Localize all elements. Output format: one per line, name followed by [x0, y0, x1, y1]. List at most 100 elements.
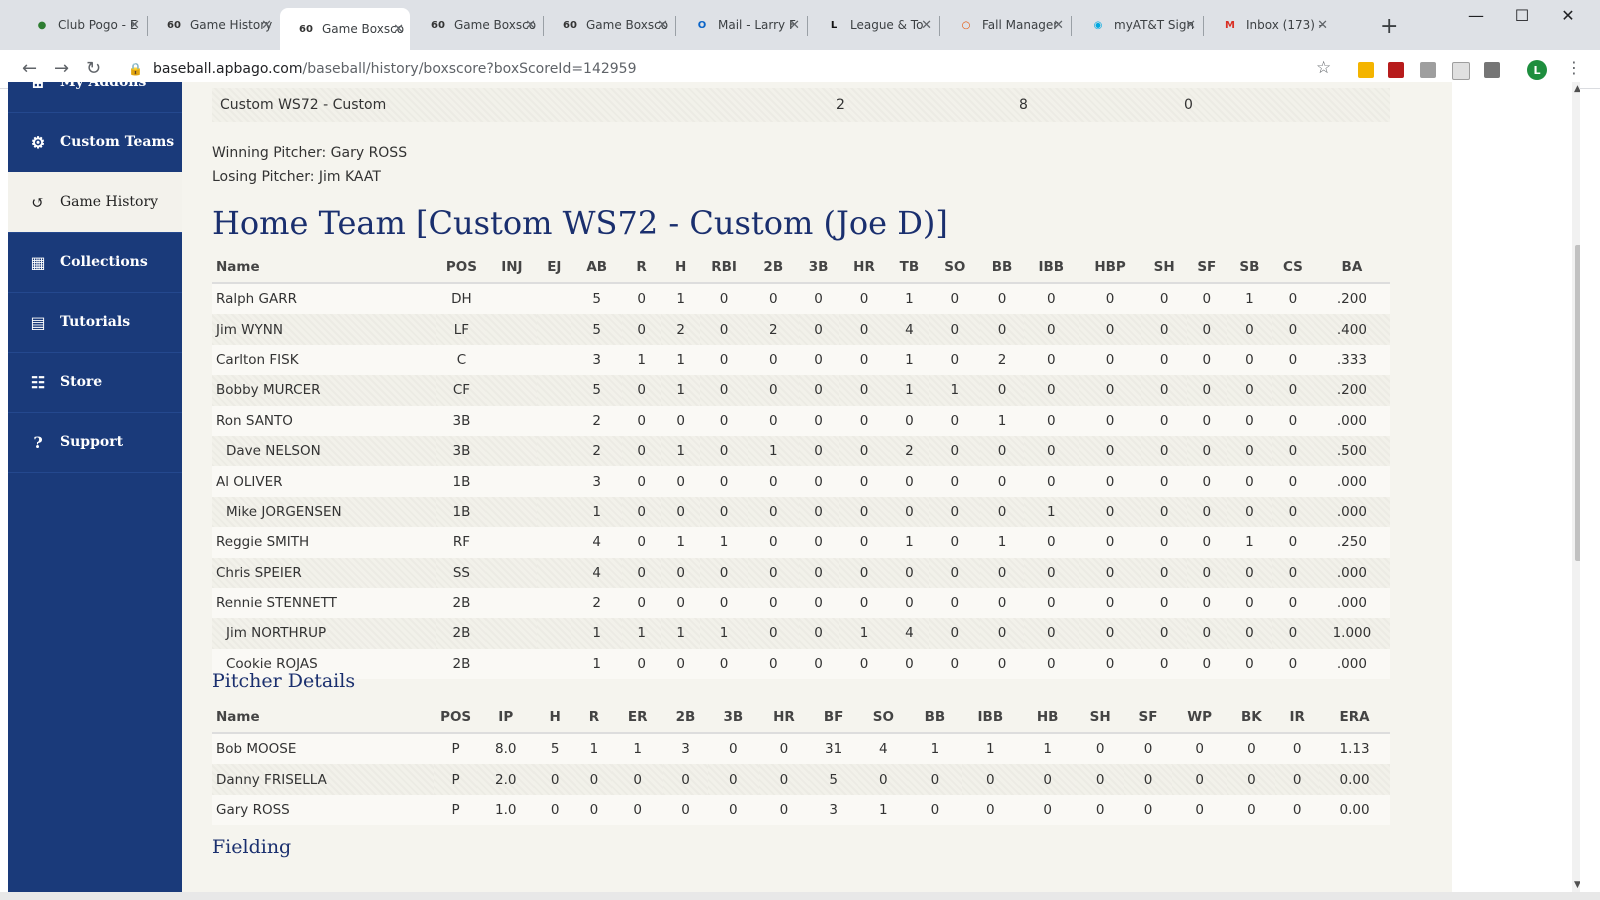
address-bar[interactable]: 🔒 baseball.apbago.com/baseball/history/b…	[118, 55, 1336, 83]
profile-avatar[interactable]: L	[1527, 60, 1547, 80]
sidebar-item-label: Game History	[60, 194, 159, 210]
stat-cell: 0	[980, 618, 1024, 649]
tab-close-icon[interactable]: ✕	[1053, 18, 1064, 33]
stat-cell: 0	[929, 344, 981, 376]
player-name: Rennie STENNETT	[212, 587, 437, 619]
tab[interactable]: ● Club Pogo - E ✕	[16, 8, 146, 42]
sidebar-item-tutorials[interactable]: ▤ Tutorials	[8, 292, 182, 353]
tab-close-icon[interactable]: ✕	[393, 22, 404, 37]
stat-cell: 8.0	[477, 733, 535, 765]
stat-cell	[486, 344, 538, 376]
sidebar-item-custom-teams[interactable]: ⚙ Custom Teams	[8, 112, 182, 173]
stat-cell: 0	[611, 794, 664, 826]
tab-close-icon[interactable]: ✕	[1317, 18, 1328, 33]
tab[interactable]: 60 Game History ✕	[148, 8, 278, 42]
bookmark-star-icon[interactable]: ☆	[1316, 58, 1331, 78]
scrollbar-thumb[interactable]	[1575, 245, 1580, 561]
extension-icon[interactable]	[1358, 62, 1374, 78]
stat-cell: 0	[700, 344, 748, 376]
stat-cell: 0	[980, 435, 1024, 467]
stat-cell: 0	[980, 557, 1024, 588]
tab-close-icon[interactable]: ✕	[525, 18, 536, 33]
stat-cell: 0	[1226, 344, 1273, 376]
column-header: SF	[1124, 702, 1172, 734]
stat-cell: 0	[1019, 794, 1077, 826]
scroll-up-icon[interactable]: ▲	[1574, 84, 1580, 94]
stat-cell: 0	[575, 794, 612, 826]
stat-cell: 0	[661, 557, 701, 588]
tab-close-icon[interactable]: ✕	[261, 18, 272, 33]
stat-cell: 4	[858, 733, 909, 765]
column-header: INJ	[486, 252, 538, 284]
tab[interactable]: 60 Game Boxsco ✕	[544, 8, 674, 42]
maximize-button[interactable]: ☐	[1502, 6, 1542, 25]
back-icon[interactable]: ←	[22, 58, 37, 79]
stat-cell: 0	[1141, 527, 1187, 558]
stat-cell: 0	[1141, 283, 1187, 315]
new-tab-button[interactable]: +	[1380, 14, 1398, 39]
stat-cell: 0	[798, 618, 839, 649]
pdf-extension-icon[interactable]	[1388, 62, 1404, 78]
tab-close-icon[interactable]: ✕	[1185, 18, 1196, 33]
stat-cell: 2	[571, 435, 623, 467]
tab-close-icon[interactable]: ✕	[789, 18, 800, 33]
tab-close-icon[interactable]: ✕	[921, 18, 932, 33]
tab[interactable]: ◉ myAT&T Sign ✕	[1072, 8, 1202, 42]
stat-cell: 1	[1019, 733, 1077, 765]
stat-cell: 0	[980, 648, 1024, 680]
stat-cell: 3	[808, 794, 859, 826]
close-window-button[interactable]: ✕	[1548, 6, 1588, 25]
stat-cell: 0	[622, 527, 662, 558]
stat-cell: 1	[1023, 496, 1079, 528]
column-header: ERA	[1319, 702, 1390, 734]
minimize-button[interactable]: —	[1456, 6, 1496, 25]
stat-cell: 1	[571, 496, 623, 528]
reload-icon[interactable]: ↻	[86, 58, 101, 79]
menu-icon[interactable]: ⋮	[1566, 58, 1582, 77]
tab[interactable]: L League & To ✕	[808, 8, 938, 42]
sidebar-item-game-history[interactable]: ↺ Game History	[8, 172, 182, 233]
stat-cell: 0	[1023, 283, 1079, 315]
stat-cell: 0	[838, 466, 890, 497]
stat-cell: 0	[929, 466, 981, 497]
table-row: Rennie STENNETT 2B 2 0 0 0 0 0 0 0 0 0 0 0 0 0 0 0.000	[212, 587, 1390, 619]
extension-icon[interactable]	[1420, 62, 1436, 78]
sidebar-item-store[interactable]: ☷ Store	[8, 352, 182, 413]
stat-cell: 0	[1076, 764, 1125, 795]
tab[interactable]: M Inbox (173) - ✕	[1204, 8, 1334, 42]
stat-cell: 0	[1171, 733, 1228, 765]
sidebar-item-collections[interactable]: ▦ Collections	[8, 232, 182, 293]
tab[interactable]: 60 Game Boxsco ✕	[280, 8, 410, 50]
tab[interactable]: ○ Fall Manager ✕	[940, 8, 1070, 42]
tab-close-icon[interactable]: ✕	[129, 18, 140, 33]
stat-cell: 3	[663, 733, 708, 765]
forward-icon[interactable]: →	[54, 58, 69, 79]
stat-cell: 0	[663, 794, 708, 826]
column-header: ER	[611, 702, 664, 734]
scroll-down-icon[interactable]: ▼	[1574, 880, 1580, 890]
stat-cell: 0.00	[1319, 764, 1390, 795]
stat-cell: 2.0	[477, 764, 535, 795]
table-row: Gary ROSS P 1.0 0 0 0 0 0 0 3 1 0 0 0 0 0 0 0 0 0.00	[212, 794, 1390, 826]
help-icon: ?	[33, 432, 43, 452]
stat-cell: .000	[1313, 405, 1390, 436]
stat-cell: 1B	[436, 496, 487, 528]
tab[interactable]: O Mail - Larry F ✕	[676, 8, 806, 42]
column-header: WP	[1171, 702, 1228, 734]
extension-icon[interactable]	[1484, 62, 1500, 78]
extension-icon[interactable]	[1452, 62, 1470, 80]
table-row: Bob MOOSE P 8.0 5 1 1 3 0 0 31 4 1 1 1 0 0 0 0 0 1.13	[212, 733, 1390, 765]
column-header: SO	[858, 702, 909, 734]
sidebar-item-my-addons[interactable]: ⊞ My Addons	[8, 82, 182, 113]
lock-icon[interactable]: 🔒	[128, 62, 143, 76]
player-name: Bob MOOSE	[212, 733, 435, 765]
stat-cell: 1	[838, 618, 890, 649]
column-header: IR	[1275, 702, 1320, 734]
column-header: SO	[929, 252, 981, 284]
stat-cell: 0	[798, 314, 839, 345]
stat-cell: 0	[1275, 764, 1320, 795]
tab[interactable]: 60 Game Boxsco ✕	[412, 8, 542, 42]
sidebar-item-support[interactable]: ? Support	[8, 412, 182, 473]
tab-close-icon[interactable]: ✕	[657, 18, 668, 33]
stat-cell: 0	[1078, 527, 1142, 558]
